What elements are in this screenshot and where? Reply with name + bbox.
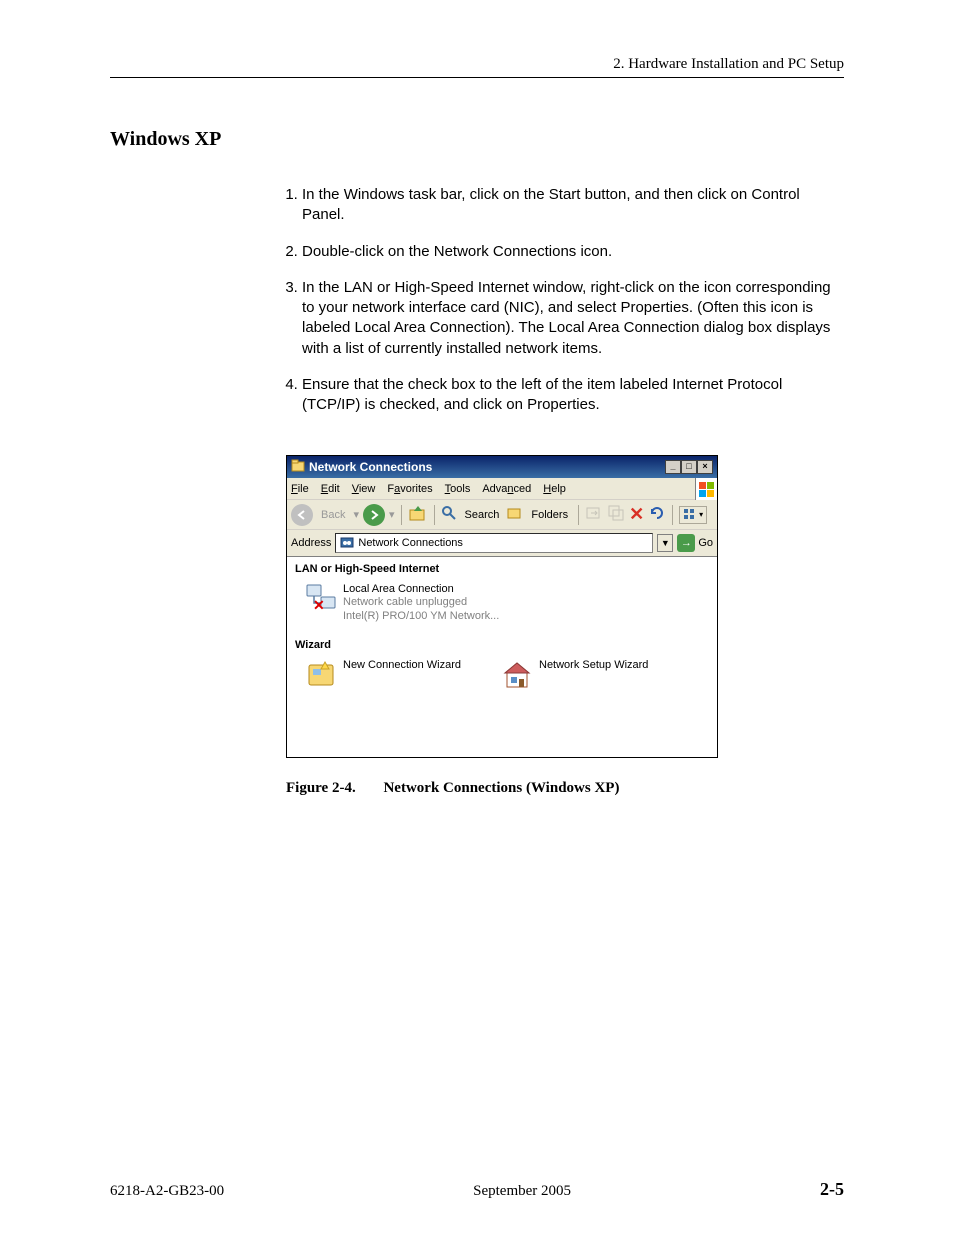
step-4: Ensure that the check box to the left of… — [302, 375, 844, 416]
delete-icon[interactable]: ✕ — [629, 504, 644, 525]
forward-button[interactable] — [363, 504, 385, 526]
connection-name: Local Area Connection — [343, 583, 499, 596]
footer-page-number: 2-5 — [820, 1179, 844, 1200]
forward-dropdown-icon[interactable]: ▾ — [389, 508, 395, 521]
address-bar: Address Network Connections ▼ → Go — [287, 530, 717, 557]
maximize-button[interactable]: □ — [681, 460, 697, 474]
page-header: 2. Hardware Installation and PC Setup — [110, 56, 844, 78]
address-value: Network Connections — [358, 537, 463, 549]
folders-label[interactable]: Folders — [527, 507, 572, 523]
instruction-steps: In the Windows task bar, click on the St… — [280, 185, 844, 415]
figure-caption-text: Network Connections (Windows XP) — [383, 780, 619, 796]
network-setup-wizard-icon — [501, 659, 533, 691]
views-icon[interactable]: ▾ — [679, 506, 707, 524]
copy-to-icon — [607, 504, 625, 525]
window-content: LAN or High-Speed Internet ✕ L — [287, 557, 717, 757]
address-label: Address — [291, 537, 331, 549]
window-title: Network Connections — [309, 460, 432, 474]
go-arrow-icon: → — [677, 534, 695, 552]
network-connection-icon: ✕ — [305, 583, 337, 615]
toolbar-separator — [672, 505, 673, 525]
address-folder-icon — [340, 535, 354, 552]
network-setup-wizard-item[interactable]: Network Setup Wizard — [501, 659, 648, 691]
connection-status: Network cable unplugged — [343, 596, 499, 609]
back-label: Back — [317, 507, 349, 523]
window-titlebar[interactable]: Network Connections _ □ × — [287, 456, 717, 478]
menu-view[interactable]: View — [352, 483, 376, 495]
up-folder-icon[interactable] — [408, 503, 428, 526]
chapter-title: 2. Hardware Installation and PC Setup — [613, 56, 844, 72]
menu-edit[interactable]: Edit — [321, 483, 340, 495]
toolbar: Back ▾ ▾ Search Folders — [287, 500, 717, 530]
figure-label: Figure 2-4. — [286, 780, 356, 796]
network-connections-window: Network Connections _ □ × File Edit View… — [286, 455, 718, 758]
footer-date: September 2005 — [473, 1183, 571, 1200]
windows-logo-icon — [695, 478, 717, 500]
toolbar-separator — [434, 505, 435, 525]
menu-advanced[interactable]: Advanced — [482, 483, 531, 495]
figure-caption: Figure 2-4. Network Connections (Windows… — [286, 780, 718, 797]
new-connection-wizard-item[interactable]: New Connection Wizard — [305, 659, 461, 691]
wizard-item-label: New Connection Wizard — [343, 659, 461, 672]
undo-icon[interactable] — [648, 504, 666, 525]
new-connection-wizard-icon — [305, 659, 337, 691]
page-footer: 6218-A2-GB23-00 September 2005 2-5 — [110, 1179, 844, 1200]
menu-favorites[interactable]: Favorites — [387, 483, 432, 495]
footer-doc-id: 6218-A2-GB23-00 — [110, 1183, 224, 1200]
section-heading: Windows XP — [110, 128, 844, 151]
go-button[interactable]: → Go — [677, 534, 713, 552]
wizard-item-label: Network Setup Wizard — [539, 659, 648, 672]
lan-group-header: LAN or High-Speed Internet — [295, 561, 709, 579]
address-dropdown-icon[interactable]: ▼ — [657, 534, 673, 552]
svg-text:✕: ✕ — [313, 597, 325, 613]
toolbar-separator — [578, 505, 579, 525]
menu-help[interactable]: Help — [543, 483, 566, 495]
step-2: Double-click on the Network Connections … — [302, 242, 844, 262]
back-button[interactable] — [291, 504, 313, 526]
local-area-connection-item[interactable]: ✕ Local Area Connection Network cable un… — [305, 583, 499, 623]
move-to-icon — [585, 504, 603, 525]
back-dropdown-icon[interactable]: ▾ — [353, 508, 359, 521]
search-icon[interactable] — [441, 505, 457, 524]
search-label[interactable]: Search — [461, 507, 504, 523]
folder-icon — [291, 459, 305, 476]
figure-window: Network Connections _ □ × File Edit View… — [286, 455, 718, 797]
menu-bar: File Edit View Favorites Tools Advanced … — [287, 478, 695, 500]
toolbar-separator — [401, 505, 402, 525]
minimize-button[interactable]: _ — [665, 460, 681, 474]
close-button[interactable]: × — [697, 460, 713, 474]
menu-tools[interactable]: Tools — [445, 483, 471, 495]
wizard-group-header: Wizard — [295, 637, 709, 655]
step-1: In the Windows task bar, click on the St… — [302, 185, 844, 226]
connection-device: Intel(R) PRO/100 YM Network... — [343, 610, 499, 623]
go-label: Go — [698, 537, 713, 549]
address-field[interactable]: Network Connections — [335, 533, 653, 553]
step-3: In the LAN or High-Speed Internet window… — [302, 278, 844, 359]
menu-file[interactable]: File — [291, 483, 309, 495]
folders-icon[interactable] — [507, 505, 523, 524]
